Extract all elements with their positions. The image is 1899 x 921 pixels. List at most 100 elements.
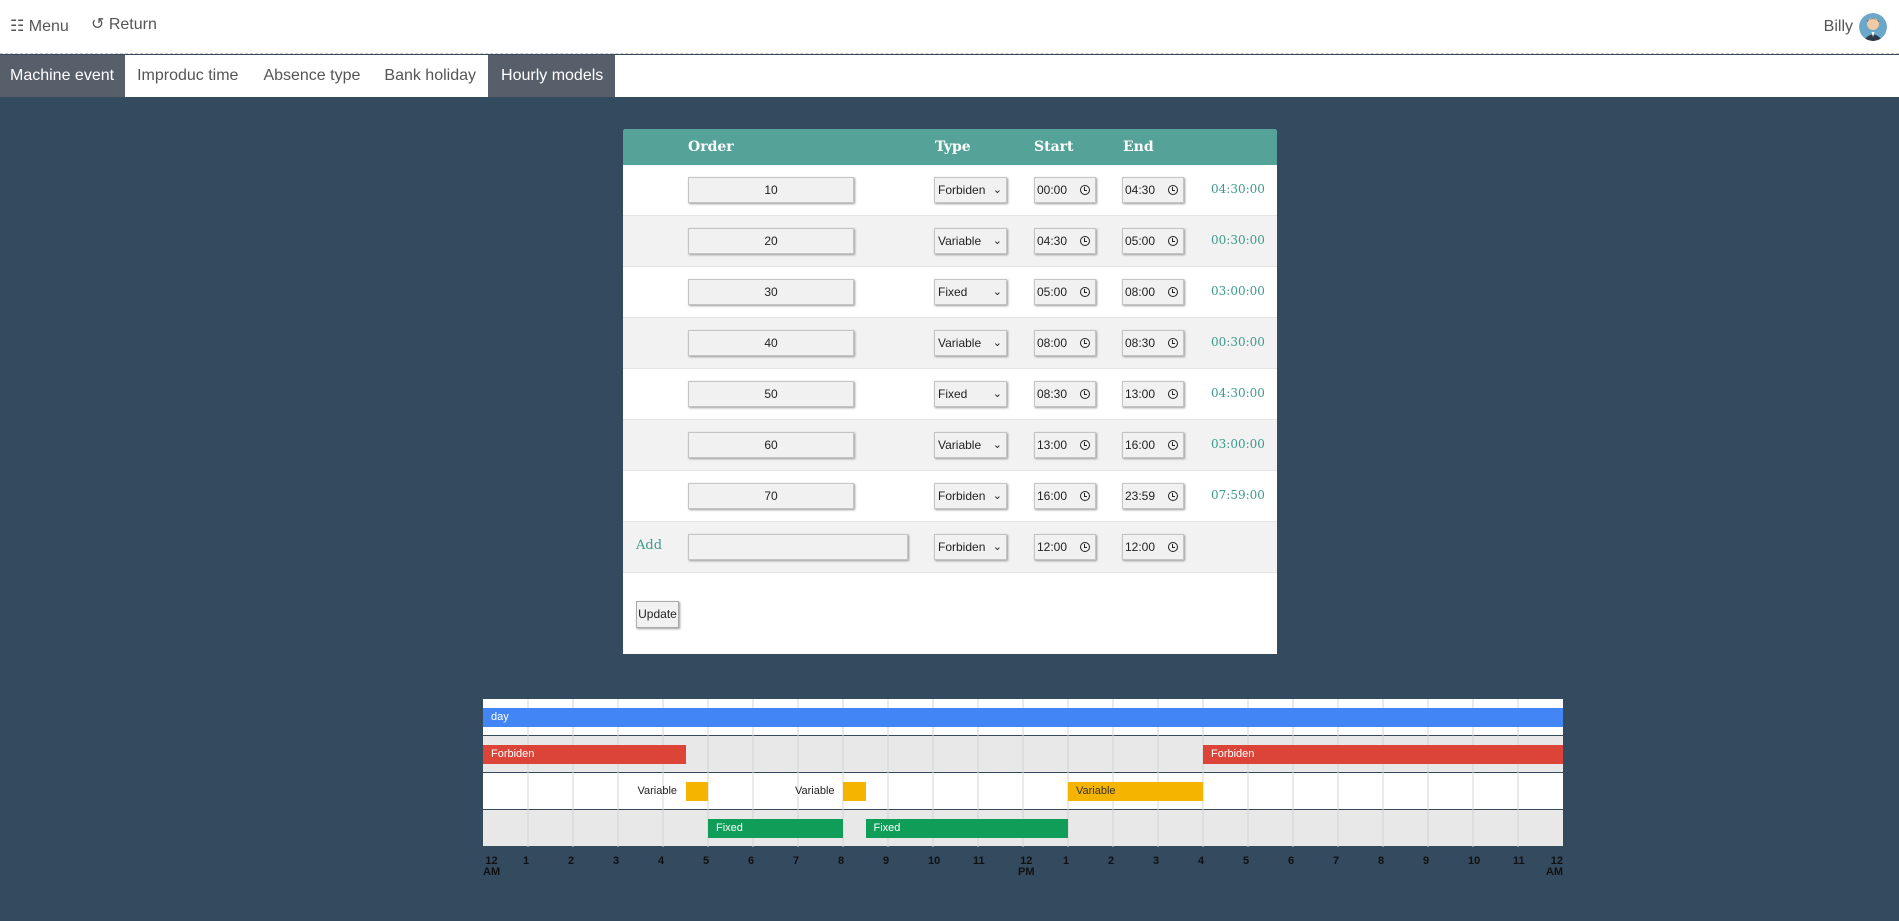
start-time-input[interactable]: 16:00	[1034, 483, 1096, 509]
end-time-input[interactable]: 05:00	[1122, 228, 1184, 254]
end-time-input[interactable]: 23:59	[1122, 483, 1184, 509]
end-value: 16:00	[1125, 438, 1156, 452]
start-time-input[interactable]: 08:00	[1034, 330, 1096, 356]
type-select[interactable]: Forbiden ⌄	[934, 177, 1007, 203]
clock-icon[interactable]	[1080, 440, 1090, 450]
bar-label: Variable	[637, 785, 678, 797]
chevron-down-icon: ⌄	[992, 439, 1002, 451]
end-time-input[interactable]: 08:30	[1122, 330, 1184, 356]
update-button[interactable]: Update	[636, 601, 679, 628]
axis-tick-label: 12 AM	[1545, 855, 1563, 878]
clock-icon[interactable]	[1080, 287, 1090, 297]
clock-icon[interactable]	[1080, 185, 1090, 195]
clock-icon[interactable]	[1168, 236, 1178, 246]
chevron-down-icon: ⌄	[992, 235, 1002, 247]
type-value: Forbiden	[938, 489, 986, 503]
axis-tick-label: 8	[838, 855, 845, 867]
start-time-input[interactable]: 00:00	[1034, 177, 1096, 203]
type-select[interactable]: Variable ⌄	[934, 228, 1007, 254]
axis-tick-label: 12 AM	[483, 855, 501, 878]
start-time-input[interactable]: 08:30	[1034, 381, 1096, 407]
clock-icon[interactable]	[1168, 287, 1178, 297]
order-input[interactable]: 10	[688, 177, 854, 203]
axis-tick-label: 6	[748, 855, 755, 867]
clock-icon[interactable]	[1080, 491, 1090, 501]
tab-machine-event[interactable]: Machine event	[0, 55, 126, 97]
duration-value: 00:30:00	[1211, 335, 1265, 349]
table-row: 70 Forbiden ⌄ 16:00 23:59 07:59:00	[623, 471, 1277, 522]
axis-tick-label: 11	[1513, 855, 1525, 867]
end-time-input[interactable]: 04:30	[1122, 177, 1184, 203]
new-end-time-input[interactable]: 12:00	[1122, 534, 1184, 560]
new-type-select[interactable]: Forbiden ⌄	[934, 534, 1007, 560]
tab-improduc-time[interactable]: Improduc time	[125, 55, 251, 97]
type-select[interactable]: Fixed ⌄	[934, 381, 1007, 407]
clock-icon[interactable]	[1168, 491, 1178, 501]
end-value: 08:00	[1125, 285, 1156, 299]
timeline-bar-variable[interactable]: Variable	[1068, 782, 1203, 801]
timeline-bar-variable[interactable]	[843, 782, 866, 801]
end-value: 13:00	[1125, 387, 1156, 401]
type-select[interactable]: Forbiden ⌄	[934, 483, 1007, 509]
timeline-bar-fixed[interactable]: Fixed	[865, 819, 1068, 838]
type-select[interactable]: Variable ⌄	[934, 330, 1007, 356]
timeline-bar-day[interactable]: day	[483, 708, 1563, 727]
clock-icon[interactable]	[1168, 542, 1178, 552]
start-value: 05:00	[1037, 285, 1068, 299]
start-time-input[interactable]: 13:00	[1034, 432, 1096, 458]
timeline-bar-variable[interactable]	[685, 782, 708, 801]
start-value: 08:30	[1037, 387, 1068, 401]
tab-bank-holiday[interactable]: Bank holiday	[372, 55, 488, 97]
avatar[interactable]	[1859, 13, 1887, 41]
start-time-input[interactable]: 04:30	[1034, 228, 1096, 254]
new-order-input[interactable]	[688, 534, 908, 560]
order-input[interactable]: 20	[688, 228, 854, 254]
menu-button[interactable]: ☷ Menu	[10, 16, 69, 36]
end-time-input[interactable]: 13:00	[1122, 381, 1184, 407]
end-value: 23:59	[1125, 489, 1156, 503]
tab-absence-type[interactable]: Absence type	[251, 55, 372, 97]
chevron-down-icon: ⌄	[992, 490, 1002, 502]
duration-value: 00:30:00	[1211, 233, 1265, 247]
clock-icon[interactable]	[1168, 338, 1178, 348]
start-value: 16:00	[1037, 489, 1068, 503]
type-select[interactable]: Fixed ⌄	[934, 279, 1007, 305]
axis-tick-label: 11	[973, 855, 985, 867]
start-time-input[interactable]: 05:00	[1034, 279, 1096, 305]
end-value: 04:30	[1125, 183, 1156, 197]
chevron-down-icon: ⌄	[992, 337, 1002, 349]
order-input[interactable]: 40	[688, 330, 854, 356]
chevron-down-icon: ⌄	[992, 388, 1002, 400]
order-input[interactable]: 70	[688, 483, 854, 509]
return-button[interactable]: ↺ Return	[91, 14, 157, 34]
top-bar: ☷ Menu ↺ Return Billy	[0, 0, 1899, 54]
clock-icon[interactable]	[1080, 389, 1090, 399]
user-menu[interactable]: Billy	[1824, 13, 1887, 41]
axis-tick-label: 4	[658, 855, 665, 867]
timeline-bar-forbiden[interactable]: Forbiden	[1203, 745, 1563, 764]
new-end-value: 12:00	[1125, 540, 1156, 554]
clock-icon[interactable]	[1168, 440, 1178, 450]
clock-icon[interactable]	[1080, 338, 1090, 348]
timeline-bar-forbiden[interactable]: Forbiden	[483, 745, 686, 764]
chevron-down-icon: ⌄	[992, 184, 1002, 196]
new-start-time-input[interactable]: 12:00	[1034, 534, 1096, 560]
start-value: 13:00	[1037, 438, 1068, 452]
add-link[interactable]: Add	[636, 538, 662, 553]
tab-hourly-models[interactable]: Hourly models	[488, 55, 616, 97]
end-time-input[interactable]: 08:00	[1122, 279, 1184, 305]
axis-tick-label: 2	[1108, 855, 1115, 867]
timeline-bar-fixed[interactable]: Fixed	[708, 819, 843, 838]
order-input[interactable]: 50	[688, 381, 854, 407]
clock-icon[interactable]	[1080, 542, 1090, 552]
clock-icon[interactable]	[1080, 236, 1090, 246]
type-value: Forbiden	[938, 183, 986, 197]
hourly-model-panel: Order Type Start End 10 Forbiden ⌄ 00:00 04:…	[623, 129, 1277, 654]
type-select[interactable]: Variable ⌄	[934, 432, 1007, 458]
type-value: Variable	[938, 234, 982, 248]
clock-icon[interactable]	[1168, 389, 1178, 399]
order-input[interactable]: 60	[688, 432, 854, 458]
end-time-input[interactable]: 16:00	[1122, 432, 1184, 458]
clock-icon[interactable]	[1168, 185, 1178, 195]
order-input[interactable]: 30	[688, 279, 854, 305]
